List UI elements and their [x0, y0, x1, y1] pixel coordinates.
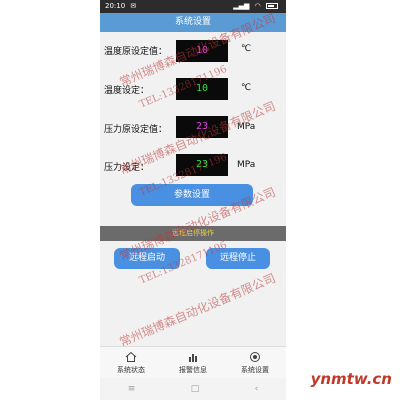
tab-alarm-info[interactable]: 报警信息 — [162, 347, 224, 378]
home-nav-icon[interactable]: □ — [191, 384, 200, 394]
system-nav-bar: ≡ □ ‹ — [100, 378, 286, 400]
remote-control-section-title: 远程启停操作 — [100, 226, 286, 241]
settings-icon — [250, 351, 260, 362]
temp-setting-unit: ℃ — [241, 83, 252, 93]
temp-original-label: 温度原设定值： — [104, 47, 168, 57]
tab-label: 系统状态 — [117, 365, 145, 374]
home-icon — [125, 351, 137, 362]
signal-icon: ▂▄▆ — [233, 2, 250, 10]
pressure-setting-input[interactable]: 23 — [176, 154, 228, 176]
temp-original-unit: ℃ — [241, 44, 252, 54]
pressure-setting-label: 压力设定： — [104, 163, 150, 173]
page-title: 系统设置 — [100, 13, 286, 32]
tab-label: 报警信息 — [179, 365, 207, 374]
temp-original-value: 10 — [176, 40, 228, 62]
tab-system-settings[interactable]: 系统设置 — [224, 347, 286, 378]
watermark-company: 常州瑞博森自动化设备有限公司 — [117, 270, 278, 350]
pressure-original-value: 23 — [176, 116, 228, 138]
status-time: 20:10 — [105, 2, 126, 10]
back-icon[interactable]: ‹ — [255, 384, 259, 394]
remote-stop-button[interactable]: 远程停止 — [206, 248, 270, 269]
pressure-original-label: 压力原设定值： — [104, 125, 168, 135]
bar-chart-icon — [189, 353, 197, 362]
site-watermark: ynmtw.cn — [310, 370, 392, 388]
menu-icon[interactable]: ≡ — [128, 384, 136, 394]
message-icon: ✉ — [130, 2, 137, 10]
param-settings-button[interactable]: 参数设置 — [131, 184, 253, 206]
status-bar: 20:10 ✉ ▂▄▆ ◠ — [100, 0, 286, 13]
tab-system-status[interactable]: 系统状态 — [100, 347, 162, 378]
wifi-icon: ◠ — [254, 2, 261, 10]
pressure-setting-unit: MPa — [237, 160, 256, 170]
tab-label: 系统设置 — [241, 365, 269, 374]
pressure-original-unit: MPa — [237, 122, 256, 132]
temp-setting-input[interactable]: 10 — [176, 78, 228, 100]
phone-screen: 20:10 ✉ ▂▄▆ ◠ 系统设置 温度原设定值： 10 ℃ 温度设定： 10… — [100, 0, 286, 400]
remote-start-button[interactable]: 远程启动 — [114, 248, 180, 269]
temp-setting-label: 温度设定： — [104, 86, 150, 96]
bottom-tab-bar: 系统状态 报警信息 系统设置 — [100, 346, 286, 378]
battery-icon — [266, 3, 278, 9]
